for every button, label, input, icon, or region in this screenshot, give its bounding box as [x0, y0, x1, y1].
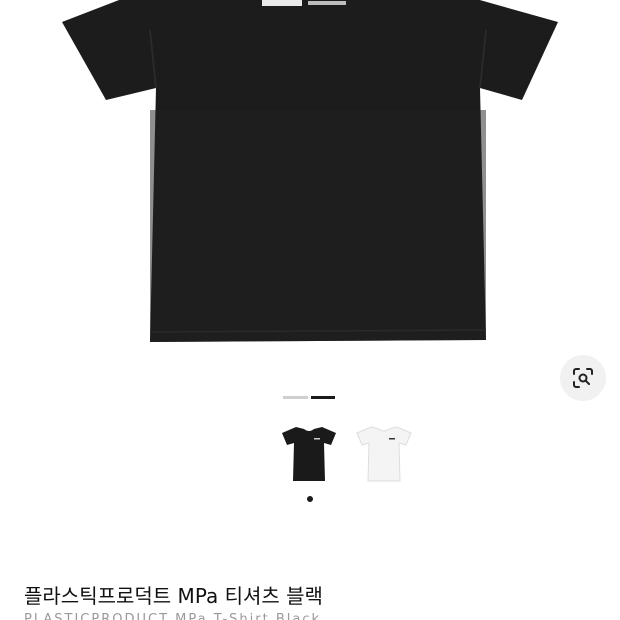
product-page: 플라스틱프로덕트 MPa 티셔츠 블랙 PLASTICPRODUCT MPa T…	[0, 0, 620, 620]
thumbnail-list	[277, 420, 427, 490]
black-tshirt-image	[62, 0, 558, 342]
thumbnail-white[interactable]	[352, 420, 415, 486]
selected-thumbnail-dot	[307, 496, 313, 502]
image-search-button[interactable]	[560, 355, 606, 401]
image-search-icon	[573, 368, 593, 388]
carousel-indicator-segment-2	[310, 396, 335, 399]
product-title: 플라스틱프로덕트 MPa 티셔츠 블랙	[24, 584, 323, 608]
black-tshirt-thumbnail	[281, 427, 336, 481]
carousel-indicator-segment-1	[283, 396, 308, 399]
main-product-image[interactable]	[0, 0, 620, 380]
product-subtitle: PLASTICPRODUCT MPa T-Shirt Black	[24, 612, 322, 620]
thumbnail-black[interactable]	[277, 420, 340, 486]
carousel-indicator	[283, 396, 338, 399]
white-tshirt-thumbnail	[355, 426, 412, 482]
